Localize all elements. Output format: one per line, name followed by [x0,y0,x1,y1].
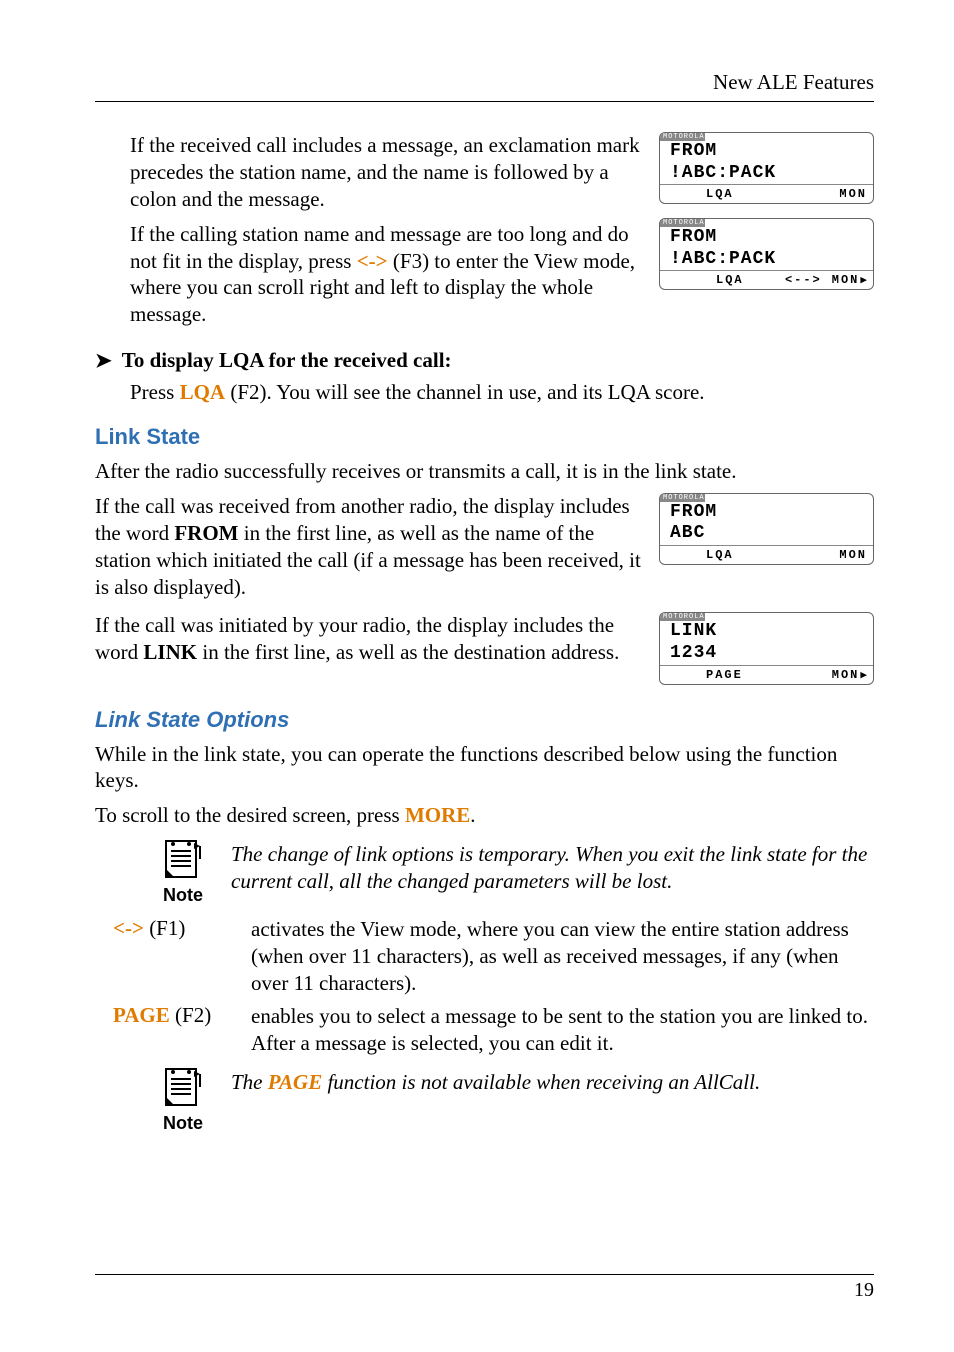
section-header: New ALE Features [95,70,874,95]
lcd-line1: LINK [660,621,873,643]
lcd-softkeys: PAGE MON▶ [660,665,873,684]
lcd-screen-4: MOTOROLA LINK 1234 PAGE MON▶ [659,612,874,684]
softkey: LQA [706,548,734,562]
lcd-line2: 1234 [660,643,873,665]
procedure-title: To display LQA for the received call: [122,348,452,373]
key-page: PAGE [113,1003,170,1027]
lcd-line2: ABC [660,523,873,545]
note-label: Note [155,1113,211,1134]
word-link: LINK [143,640,197,664]
para-link-intro: After the radio successfully receives or… [95,458,874,485]
lcd-line1: FROM [660,502,873,524]
softkey: MON [839,187,867,201]
softkey: <--> [785,273,822,287]
lcd-softkeys: LQA MON [660,184,873,203]
note-label: Note [155,885,211,906]
para-too-long: If the calling station name and message … [130,221,641,329]
option-body: enables you to select a message to be se… [251,1003,874,1057]
page-footer: 19 [95,1274,874,1302]
text: The [231,1070,268,1094]
paragraph: If the received call includes a message,… [130,132,641,336]
lcd-screen-1: MOTOROLA FROM !ABC:PACK LQA MON [659,132,874,204]
key-more: MORE [405,803,470,827]
option-body: activates the View mode, where you can v… [251,916,874,997]
more-icon: ▶ [860,668,867,682]
option-key: <-> (F1) [113,916,243,997]
text: (F1) [144,916,185,940]
note-block: Note The PAGE function is not available … [155,1067,874,1134]
brand-label: MOTOROLA [660,613,705,621]
lcd-softkeys: LQA <--> MON▶ [660,270,873,289]
text: (F2) [170,1003,211,1027]
softkey: MON [832,668,860,682]
softkey: LQA [706,187,734,201]
key-page: PAGE [268,1070,322,1094]
more-icon: ▶ [860,273,867,287]
lcd-screen-3: MOTOROLA FROM ABC LQA MON [659,493,874,565]
text: (F2). You will see the channel in use, a… [225,380,704,404]
key-view: <-> [357,249,388,273]
key-lqa: LQA [180,380,226,404]
brand-label: MOTOROLA [660,494,705,502]
key-view: <-> [113,916,144,940]
paragraph: If the call was received from another ra… [95,493,641,601]
softkey: PAGE [706,668,743,682]
para-scroll: To scroll to the desired screen, press M… [95,802,874,829]
page-number: 19 [95,1279,874,1302]
lcd-line1: FROM [660,227,873,249]
para-opts-intro: While in the link state, you can operate… [95,741,874,795]
text: function is not available when receiving… [322,1070,760,1094]
softkey: MON [839,548,867,562]
softkey: MON [832,273,860,287]
procedure-step: Press LQA (F2). You will see the channel… [130,379,874,406]
paragraph: If the call was initiated by your radio,… [95,612,641,666]
note-text: The change of link options is temporary.… [231,839,874,895]
text: Press [130,380,180,404]
header-rule [95,101,874,102]
heading-link-state: Link State [95,424,874,450]
lcd-line2: !ABC:PACK [660,249,873,271]
word-from: FROM [174,521,238,545]
para-message-call: If the received call includes a message,… [130,132,641,213]
brand-label: MOTOROLA [660,133,705,141]
note-text: The PAGE function is not available when … [231,1067,874,1096]
option-key: PAGE (F2) [113,1003,243,1057]
text: in the first line, as well as the destin… [197,640,619,664]
softkey: LQA [716,273,744,287]
procedure-heading: ➤ To display LQA for the received call: [95,348,874,373]
note-block: Note The change of link options is tempo… [155,839,874,906]
lcd-softkeys: LQA MON [660,545,873,564]
note-icon: Note [155,1067,211,1134]
brand-label: MOTOROLA [660,219,705,227]
procedure-arrow-icon: ➤ [95,348,112,373]
text: . [470,803,475,827]
lcd-screen-2: MOTOROLA FROM !ABC:PACK LQA <--> MON▶ [659,218,874,290]
option-row-page: PAGE (F2) enables you to select a messag… [113,1003,874,1057]
heading-link-state-options: Link State Options [95,707,874,733]
option-row-view: <-> (F1) activates the View mode, where … [113,916,874,997]
text: To scroll to the desired screen, press [95,803,405,827]
note-icon: Note [155,839,211,906]
lcd-line1: FROM [660,141,873,163]
lcd-line2: !ABC:PACK [660,163,873,185]
footer-rule [95,1274,874,1275]
